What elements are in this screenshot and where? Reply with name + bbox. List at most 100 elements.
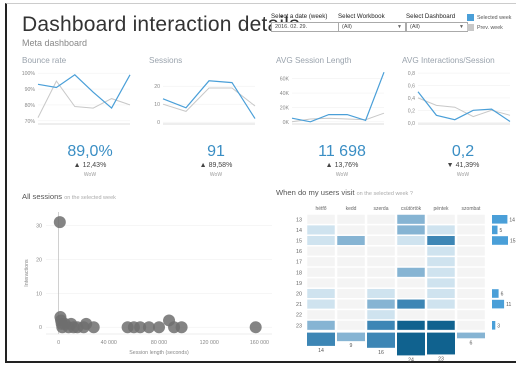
heatmap-cell[interactable] — [456, 224, 486, 235]
heatmap-row-label: 16 — [296, 249, 302, 255]
heatmap-cell[interactable] — [396, 309, 426, 320]
heatmap-cell[interactable] — [336, 214, 366, 225]
heatmap-cell[interactable] — [456, 256, 486, 267]
scatter-y-tick: 20 — [36, 257, 42, 263]
heatmap-cell[interactable] — [396, 299, 426, 310]
heatmap-column-total: 9 — [350, 343, 353, 349]
heatmap-cell[interactable] — [366, 277, 396, 288]
scatter-point[interactable] — [175, 321, 188, 334]
heatmap-cell[interactable] — [426, 235, 456, 246]
heatmap-cell[interactable] — [396, 277, 426, 288]
heatmap-cell[interactable] — [306, 267, 336, 278]
scatter-point[interactable] — [249, 321, 262, 334]
heatmap-cell[interactable] — [366, 299, 396, 310]
heatmap-column-total-bar — [367, 332, 395, 348]
heatmap-row-total-bar — [492, 215, 508, 224]
heatmap-cell[interactable] — [396, 235, 426, 246]
heatmap-cell[interactable] — [456, 246, 486, 257]
scatter-y-tick: 0 — [39, 325, 42, 331]
heatmap-cell[interactable] — [366, 267, 396, 278]
heatmap-cell[interactable] — [396, 214, 426, 225]
heatmap-cell[interactable] — [426, 288, 456, 299]
heatmap-cell[interactable] — [336, 256, 366, 267]
scatter-x-tick: 160 000 — [250, 340, 269, 346]
scatter-y-tick: 30 — [36, 224, 42, 230]
heatmap-cell[interactable] — [306, 320, 336, 331]
heatmap-cell[interactable] — [456, 309, 486, 320]
heatmap-cell[interactable] — [426, 309, 456, 320]
heatmap-column-total: 16 — [378, 350, 384, 356]
heatmap-cell[interactable] — [336, 309, 366, 320]
heatmap-column-total: 24 — [408, 357, 414, 363]
scatter-x-tick: 40 000 — [101, 340, 117, 346]
heatmap-cell[interactable] — [426, 299, 456, 310]
heatmap-column-label: szombat — [462, 206, 482, 212]
heatmap-cell[interactable] — [366, 320, 396, 331]
heatmap-row-total-bar — [492, 321, 496, 330]
heatmap-cell[interactable] — [336, 246, 366, 257]
heatmap-cell[interactable] — [456, 288, 486, 299]
scatter-point[interactable] — [87, 321, 100, 334]
heatmap-cell[interactable] — [396, 224, 426, 235]
heatmap-column-total-bar — [337, 332, 365, 342]
heatmap-cell[interactable] — [366, 256, 396, 267]
heatmap-cell[interactable] — [396, 246, 426, 257]
heatmap-cell[interactable] — [366, 288, 396, 299]
heatmap-cell[interactable] — [336, 320, 366, 331]
heatmap-cell[interactable] — [456, 235, 486, 246]
heatmap-cell[interactable] — [396, 267, 426, 278]
heatmap-cell[interactable] — [306, 288, 336, 299]
heatmap-cell[interactable] — [396, 320, 426, 331]
heatmap-cell[interactable] — [456, 320, 486, 331]
heatmap-cell[interactable] — [336, 235, 366, 246]
heatmap-cell[interactable] — [336, 299, 366, 310]
heatmap-cell[interactable] — [336, 288, 366, 299]
heatmap-cell[interactable] — [456, 267, 486, 278]
heatmap-cell[interactable] — [306, 235, 336, 246]
heatmap-cell[interactable] — [366, 214, 396, 225]
scatter-x-tick: 80 000 — [151, 340, 167, 346]
heatmap-cell[interactable] — [366, 224, 396, 235]
scatter-x-tick: 0 — [57, 340, 60, 346]
heatmap-cell[interactable] — [336, 277, 366, 288]
heatmap-cell[interactable] — [426, 320, 456, 331]
heatmap-row-total: 14 — [509, 217, 515, 223]
heatmap-column-total-bar — [307, 332, 335, 346]
heatmap-cell[interactable] — [306, 299, 336, 310]
heatmap-row-label: 15 — [296, 239, 302, 245]
scatter-point[interactable] — [53, 216, 66, 229]
heatmap-cell[interactable] — [306, 277, 336, 288]
heatmap-row-total: 5 — [500, 228, 503, 234]
heatmap-cell[interactable] — [366, 235, 396, 246]
heatmap-cell[interactable] — [336, 267, 366, 278]
heatmap-row-total: 11 — [506, 302, 511, 308]
heatmap-cell[interactable] — [456, 214, 486, 225]
heatmap-cell[interactable] — [336, 224, 366, 235]
heatmap-row-label: 14 — [296, 228, 302, 234]
heatmap-column-total-bar — [397, 332, 425, 356]
heatmap-cell[interactable] — [366, 309, 396, 320]
heatmap-cell[interactable] — [426, 277, 456, 288]
heatmap-cell[interactable] — [306, 309, 336, 320]
heatmap-cell[interactable] — [306, 224, 336, 235]
heatmap-cell[interactable] — [426, 256, 456, 267]
heatmap-cell[interactable] — [456, 277, 486, 288]
heatmap-row-total-bar — [492, 225, 498, 235]
heatmap-cell[interactable] — [306, 246, 336, 257]
scatter-x-tick: 120 000 — [200, 340, 219, 346]
heatmap-cell[interactable] — [426, 267, 456, 278]
heatmap-cell[interactable] — [306, 256, 336, 267]
scatter-y-label: Interactions — [24, 259, 30, 287]
heatmap-cell[interactable] — [396, 288, 426, 299]
heatmap-row-label: 18 — [296, 270, 302, 276]
heatmap-cell[interactable] — [456, 299, 486, 310]
heatmap-cell[interactable] — [366, 246, 396, 257]
scatter-point[interactable] — [153, 321, 165, 334]
heatmap-row-total-bar — [492, 289, 499, 298]
heatmap-cell[interactable] — [306, 214, 336, 225]
heatmap-cell[interactable] — [426, 214, 456, 225]
heatmap-cell[interactable] — [396, 256, 426, 267]
heatmap-column-total: 23 — [438, 356, 444, 362]
heatmap-cell[interactable] — [426, 224, 456, 235]
heatmap-cell[interactable] — [426, 246, 456, 257]
